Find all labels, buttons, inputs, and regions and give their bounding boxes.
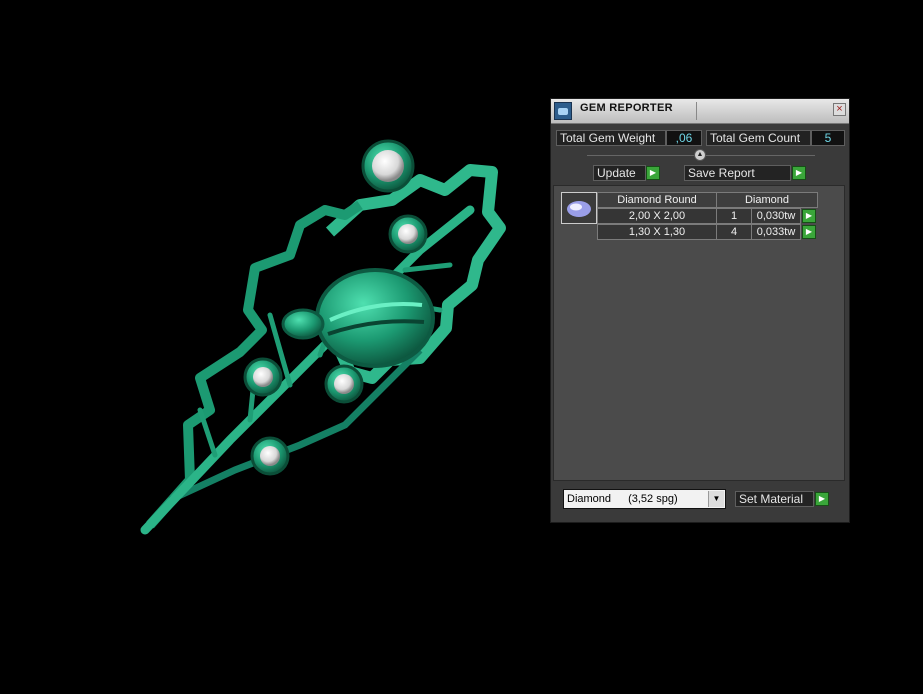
row-2-size: 1,30 X 1,30 [597,224,717,240]
row-2-select-icon[interactable]: ▶ [802,225,816,239]
row-1-weight: 0,030tw [751,208,801,224]
header-material: Diamond [716,192,818,208]
row-2-weight: 0,033tw [751,224,801,240]
total-gem-weight-label: Total Gem Weight [556,130,666,146]
row-1-select-icon[interactable]: ▶ [802,209,816,223]
title-bar[interactable]: GEM REPORTER × [551,99,849,124]
material-density: (3,52 spg) [628,493,678,505]
save-report-button[interactable]: Save Report [684,165,791,181]
chevron-down-icon[interactable]: ▼ [708,491,724,507]
title-separator [696,102,697,120]
update-button-label: Update [597,166,636,180]
set-material-button-label: Set Material [739,492,804,506]
set-material-button[interactable]: Set Material [735,491,814,507]
save-report-go-icon[interactable]: ▶ [792,166,806,180]
diamond-round-thumbnail-icon[interactable] [561,192,597,224]
leaf-brooch-model [140,139,506,535]
material-select[interactable]: Diamond (3,52 spg) ▼ [563,489,726,509]
set-material-go-icon[interactable]: ▶ [815,492,829,506]
header-shape: Diamond Round [597,192,717,208]
close-icon[interactable]: × [833,103,846,116]
row-1-count: 1 [716,208,752,224]
material-name: Diamond [567,493,612,505]
total-gem-count-label: Total Gem Count [706,130,811,146]
update-go-icon[interactable]: ▶ [646,166,660,180]
gem-list: Diamond Round Diamond 2,00 X 2,00 1 0,03… [553,185,845,481]
gem-reporter-panel: GEM REPORTER × Total Gem Weight ,06 Tota… [550,98,850,523]
update-button[interactable]: Update [593,165,646,181]
row-2-count: 4 [716,224,752,240]
row-1-size: 2,00 X 2,00 [597,208,717,224]
panel-title: GEM REPORTER [580,102,673,114]
save-report-button-label: Save Report [688,166,755,180]
gem-reporter-icon [554,102,572,120]
3d-viewport[interactable] [0,0,540,689]
total-gem-weight-value: ,06 [666,130,702,146]
collapse-arrow-icon[interactable]: ▲ [694,149,706,161]
total-gem-count-value: 5 [811,130,845,146]
